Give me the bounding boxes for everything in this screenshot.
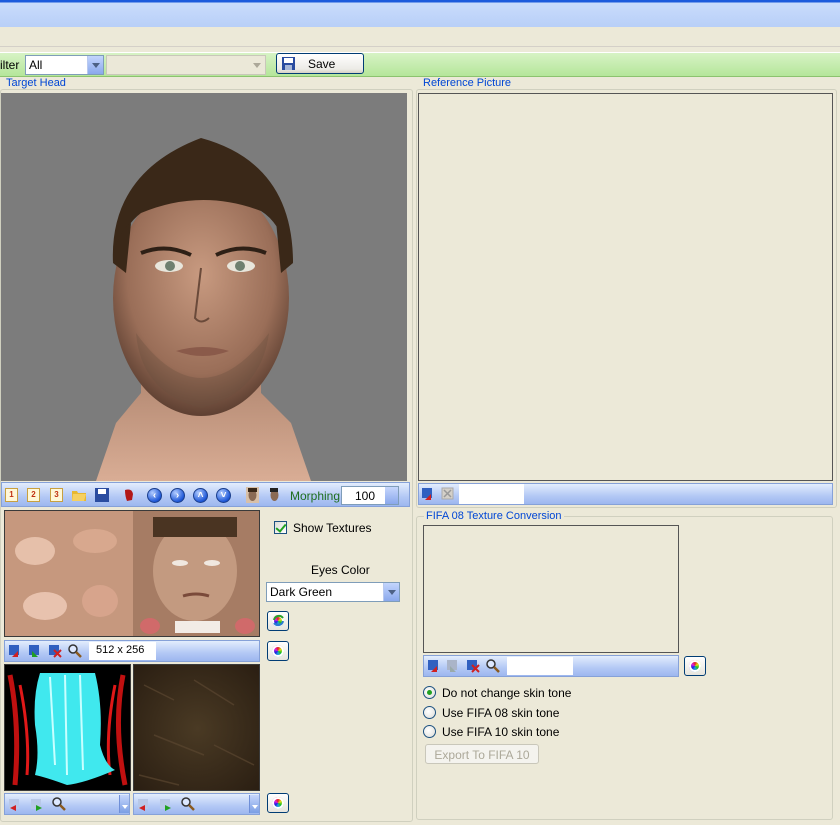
import-picture-icon[interactable] — [421, 487, 435, 501]
floppy-disk-icon[interactable] — [95, 488, 109, 502]
export-hair-texture-icon[interactable] — [159, 798, 173, 812]
morphing-label: Morphing — [290, 489, 341, 503]
face-texture-preview[interactable] — [4, 510, 260, 637]
import-texture-icon[interactable] — [8, 644, 22, 658]
face-texture-toolbar: 512 x 256 — [4, 640, 260, 662]
rotate-right-icon[interactable]: › — [170, 488, 185, 503]
rotate-down-icon[interactable]: ˅ — [216, 488, 231, 503]
skin-option-label: Use FIFA 08 skin tone — [442, 706, 560, 720]
hair-color-image — [134, 665, 259, 790]
delete-texture-icon[interactable] — [48, 644, 62, 658]
skin-option-label: Use FIFA 10 skin tone — [442, 725, 560, 739]
filter-label: ilter — [0, 58, 20, 72]
title-bar — [0, 0, 840, 27]
save-button-label: Save — [308, 57, 336, 71]
face-texture-image — [5, 511, 259, 636]
filter-combo-value: All — [29, 58, 43, 72]
fifa08-color-button[interactable] — [684, 656, 706, 676]
refresh-icon — [273, 614, 284, 627]
radio-icon[interactable] — [423, 725, 436, 738]
chevron-down-icon[interactable] — [383, 583, 399, 601]
chevron-down-icon[interactable] — [87, 56, 103, 74]
zoom-icon[interactable] — [52, 797, 66, 811]
radio-icon[interactable] — [423, 706, 436, 719]
reference-toolbar — [418, 483, 833, 505]
head-red-icon[interactable] — [122, 488, 136, 502]
menu-bar — [0, 27, 840, 47]
filter-combo[interactable]: All — [25, 55, 104, 75]
fifa08-conversion-title: FIFA 08 Texture Conversion — [424, 510, 564, 522]
camera-3-icon[interactable]: 3 — [50, 488, 63, 502]
hair-color-toolbar — [133, 793, 260, 815]
eyes-color-value: Dark Green — [270, 585, 333, 599]
reference-picture-title: Reference Picture — [421, 77, 514, 89]
texture-size-value: 512 x 256 — [96, 644, 145, 656]
fifa08-texture-preview[interactable] — [423, 525, 679, 653]
save-button[interactable]: Save — [276, 53, 364, 74]
camera-2-icon[interactable]: 2 — [27, 488, 40, 502]
show-textures-checkbox[interactable] — [274, 521, 288, 535]
reference-info-field — [459, 484, 524, 504]
face-front-icon[interactable] — [246, 487, 259, 503]
morphing-value: 100 — [355, 489, 376, 503]
open-folder-icon[interactable] — [72, 488, 86, 502]
viewport-toolbar: 1 2 3 ‹ › ˄ ˅ Morphing 100 — [1, 482, 410, 507]
chevron-down-icon[interactable] — [249, 795, 259, 813]
import-hair-texture-icon[interactable] — [137, 798, 151, 812]
morphing-stepper[interactable]: 100 — [341, 486, 399, 505]
fifa08-size-field — [507, 657, 573, 675]
export-texture-icon[interactable] — [446, 659, 460, 673]
clear-picture-icon[interactable] — [441, 487, 455, 501]
item-combo[interactable] — [106, 55, 266, 75]
skin-option-label: Do not change skin tone — [442, 686, 572, 700]
zoom-icon[interactable] — [68, 644, 82, 658]
fifa08-toolbar — [423, 655, 679, 677]
face-color-button[interactable] — [267, 641, 289, 661]
show-textures-label: Show Textures — [293, 521, 372, 535]
checkbox-check-icon — [274, 521, 287, 534]
face-side-icon[interactable] — [268, 487, 281, 503]
hair-alpha-toolbar — [4, 793, 130, 815]
export-hair-alpha-icon[interactable] — [30, 798, 44, 812]
rotate-up-icon[interactable]: ˄ — [193, 488, 208, 503]
eyes-color-label: Eyes Color — [311, 563, 370, 577]
hair-color-texture[interactable] — [133, 664, 260, 791]
zoom-icon[interactable] — [181, 797, 195, 811]
import-hair-alpha-icon[interactable] — [8, 798, 22, 812]
radio-selected-icon[interactable] — [423, 686, 436, 699]
stepper-arrows-icon[interactable] — [385, 487, 398, 504]
zoom-icon[interactable] — [486, 659, 500, 673]
head-render — [96, 138, 311, 481]
floppy-disk-icon — [282, 57, 295, 70]
head-3d-viewport[interactable] — [1, 93, 407, 481]
export-texture-icon[interactable] — [28, 644, 42, 658]
export-fifa10-label: Export To FIFA 10 — [434, 748, 530, 762]
export-fifa10-button[interactable]: Export To FIFA 10 — [425, 744, 539, 764]
hair-color-button[interactable] — [267, 793, 289, 813]
hair-alpha-image — [5, 665, 130, 790]
rotate-left-icon[interactable]: ‹ — [147, 488, 162, 503]
import-texture-icon[interactable] — [427, 659, 441, 673]
eyes-color-select[interactable]: Dark Green — [266, 582, 400, 602]
chevron-down-icon[interactable] — [249, 56, 265, 74]
reference-picture-canvas[interactable] — [418, 93, 833, 481]
camera-1-icon[interactable]: 1 — [5, 488, 18, 502]
delete-texture-icon[interactable] — [466, 659, 480, 673]
texture-size-display: 512 x 256 — [89, 642, 156, 660]
target-head-title: Target Head — [4, 77, 68, 89]
hair-alpha-texture[interactable] — [4, 664, 131, 791]
chevron-down-icon[interactable] — [119, 795, 129, 813]
